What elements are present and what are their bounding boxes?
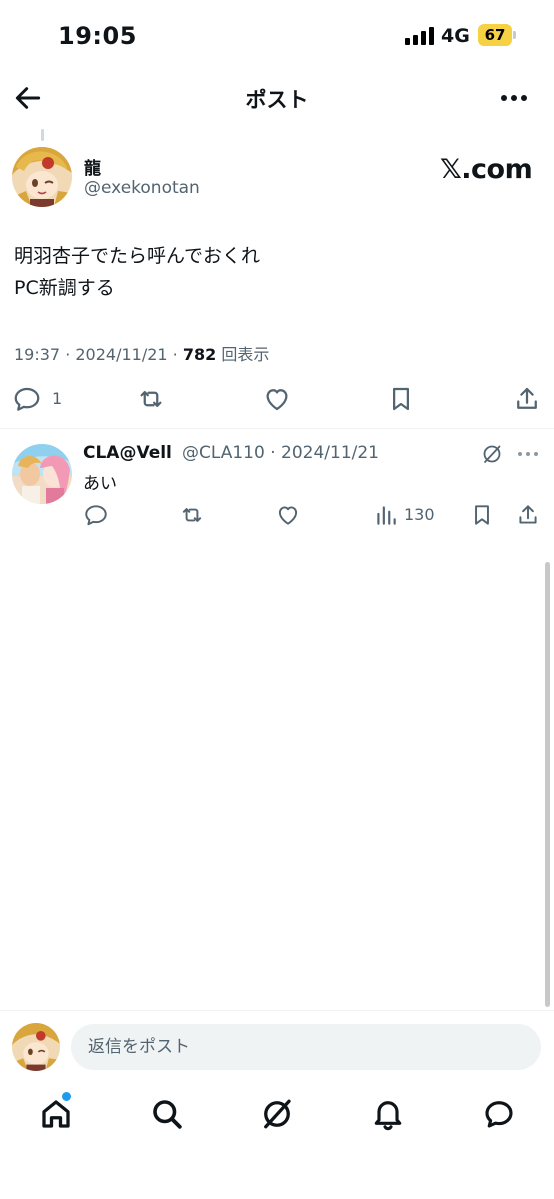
- reply-icon: [14, 387, 40, 411]
- heart-icon: [278, 506, 298, 525]
- bar-chart-icon: [377, 506, 396, 525]
- share-button[interactable]: [512, 384, 542, 414]
- bell-icon: [374, 1101, 402, 1131]
- search-icon: [153, 1100, 182, 1129]
- more-options-button[interactable]: [496, 82, 532, 114]
- repost-icon: [182, 508, 202, 522]
- grok-button[interactable]: [480, 442, 504, 466]
- tab-messages[interactable]: [481, 1096, 517, 1132]
- reply-text: あい: [83, 474, 117, 494]
- reply-reply-button[interactable]: [83, 502, 109, 528]
- signal-strength-icon: [405, 27, 435, 45]
- grok-icon: [483, 445, 501, 463]
- bookmark-button[interactable]: [386, 384, 416, 414]
- reply-repost-button[interactable]: [179, 502, 205, 528]
- tab-notifications[interactable]: [370, 1096, 406, 1132]
- reply-input[interactable]: 返信をポスト: [71, 1024, 541, 1070]
- tab-grok[interactable]: [259, 1096, 295, 1132]
- repost-icon: [140, 391, 162, 407]
- more-horizontal-icon: [518, 452, 538, 456]
- status-bar: 19:05 4G 67: [0, 0, 554, 72]
- grok-icon: [264, 1099, 291, 1129]
- author-handle[interactable]: @exekonotan: [84, 178, 200, 198]
- scrollbar[interactable]: [545, 562, 550, 1007]
- heart-icon: [266, 389, 288, 411]
- like-button[interactable]: [262, 384, 292, 414]
- reply-count: 1: [52, 389, 63, 408]
- reply-author-handle-date[interactable]: @CLA110 · 2024/11/21: [182, 443, 379, 463]
- post-metadata: 19:37 · 2024/11/21 · 782 回表示: [14, 341, 269, 365]
- reply-more-button[interactable]: [516, 442, 540, 466]
- home-new-indicator: [62, 1092, 71, 1101]
- reply-like-button[interactable]: [275, 502, 301, 528]
- divider: [0, 428, 554, 429]
- view-count-label: 回表示: [216, 345, 270, 364]
- battery-indicator: 67: [478, 24, 512, 46]
- chat-bubble-icon: [485, 1101, 513, 1128]
- reply-actions: 130: [0, 500, 554, 532]
- source-badge: 𝕏.com: [440, 154, 533, 185]
- bottom-tab-bar: [0, 1082, 554, 1199]
- tab-home[interactable]: [38, 1096, 74, 1132]
- share-icon: [519, 505, 537, 524]
- repost-button[interactable]: [136, 384, 166, 414]
- current-user-avatar[interactable]: [12, 1023, 60, 1071]
- top-app-bar: ポスト: [0, 72, 554, 124]
- reply-author-avatar[interactable]: [12, 444, 72, 504]
- reply-composer: 返信をポスト: [0, 1010, 554, 1082]
- bookmark-icon: [393, 387, 409, 411]
- post-actions: 1: [0, 380, 554, 420]
- status-time: 19:05: [58, 22, 137, 50]
- post-timestamp[interactable]: 19:37 · 2024/11/21 ·: [14, 345, 183, 364]
- more-horizontal-icon: [501, 95, 527, 101]
- thread-connector-line: [41, 129, 44, 141]
- reply-views-button[interactable]: [373, 502, 399, 528]
- network-type: 4G: [441, 25, 470, 47]
- post-text-line: 明羽杏子でたら呼んでおくれ: [14, 245, 261, 267]
- author-name[interactable]: 龍: [84, 154, 101, 179]
- page-title: ポスト: [245, 88, 309, 112]
- reply-view-count: 130: [404, 505, 435, 524]
- reply-author-name[interactable]: CLA@Vell: [83, 443, 172, 463]
- post-text: 明羽杏子でたら呼んでおくれ PC新調する: [14, 240, 260, 304]
- bookmark-icon: [475, 505, 489, 525]
- view-count: 782: [182, 345, 217, 364]
- reply-icon: [85, 505, 107, 526]
- post-text-line: PC新調する: [14, 277, 115, 299]
- reply-button[interactable]: [12, 384, 42, 414]
- author-avatar[interactable]: [12, 147, 72, 207]
- tab-search[interactable]: [149, 1096, 185, 1132]
- share-icon: [517, 387, 537, 409]
- battery-tip: [513, 31, 516, 39]
- home-icon: [42, 1100, 70, 1128]
- reply-bookmark-button[interactable]: [469, 502, 495, 528]
- reply-share-button[interactable]: [515, 502, 541, 528]
